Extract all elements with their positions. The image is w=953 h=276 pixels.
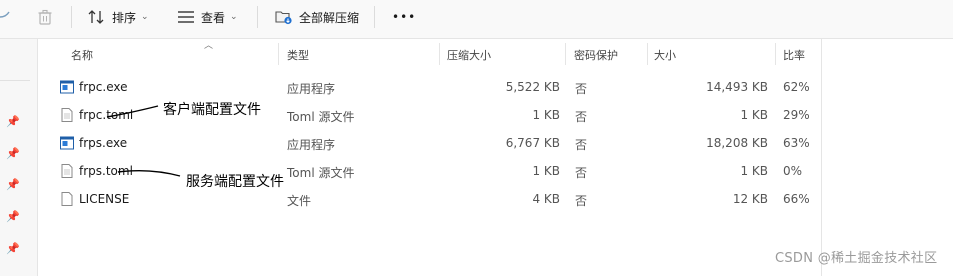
annotation-line-server [117, 169, 181, 177]
client-config-annotation: 客户端配置文件 [163, 102, 261, 118]
watermark: CSDN @稀土掘金技术社区 [775, 251, 938, 266]
server-config-annotation: 服务端配置文件 [186, 174, 284, 190]
annotation-line-client [106, 105, 159, 118]
annotation-strokes [106, 105, 181, 177]
